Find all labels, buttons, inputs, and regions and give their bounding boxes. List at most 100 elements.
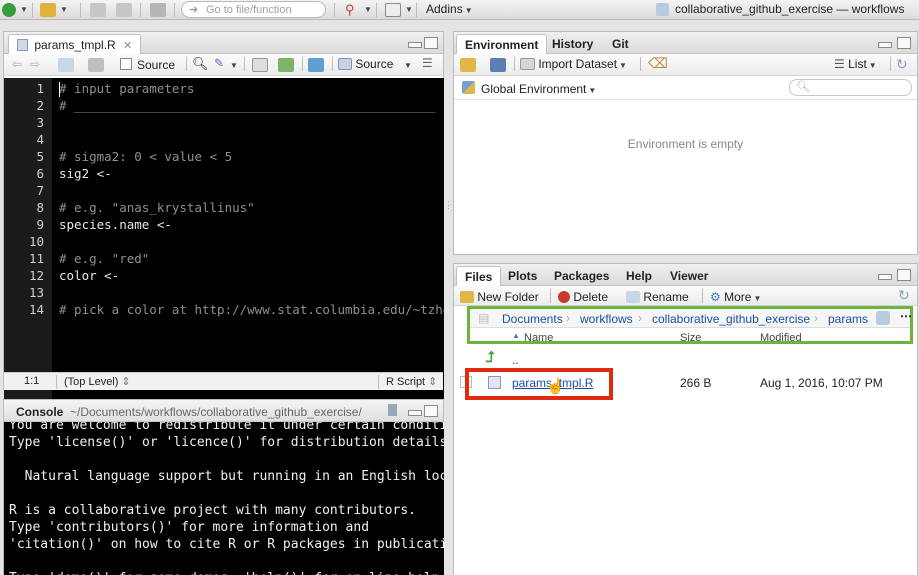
pane-layout-icon[interactable] (385, 3, 401, 17)
broom-icon[interactable]: ⌫ (648, 55, 668, 72)
refresh-icon[interactable]: ↻ (896, 56, 908, 73)
code-line[interactable]: # sigma2: 0 < value < 5 (59, 149, 232, 164)
parent-directory-row[interactable]: ⮥ .. (454, 348, 917, 370)
code-line[interactable]: # e.g. "anas_krystallinus" (59, 200, 255, 215)
source-dropdown-icon[interactable]: ▼ (404, 61, 412, 70)
import-dataset-button[interactable]: Import Dataset ▼ (520, 57, 627, 71)
new-file-icon[interactable] (2, 3, 16, 17)
new-folder-button[interactable]: New Folder (460, 290, 539, 304)
tab-files[interactable]: Files (456, 266, 502, 286)
tab-params-tmpl[interactable]: params_tmpl.R ✕ (8, 34, 142, 54)
code-line[interactable]: # e.g. "red" (59, 251, 149, 266)
pane-layout-dropdown-icon[interactable]: ▼ (405, 5, 413, 14)
go-to-dir-icon[interactable] (388, 404, 397, 416)
back-arrow-icon[interactable]: ⇦ (12, 57, 22, 71)
compile-report-icon[interactable] (252, 58, 268, 72)
save-file-icon[interactable] (88, 58, 104, 72)
git-icon[interactable]: ⚲ (345, 2, 355, 18)
code-tools-dropdown-icon[interactable]: ▼ (230, 61, 238, 70)
line-number: 12 (28, 268, 44, 283)
breadcrumb-documents[interactable]: Documents (502, 312, 563, 326)
minimize-pane-icon[interactable] (408, 42, 422, 48)
file-type-label: R Script (386, 376, 426, 388)
show-in-window-icon[interactable] (58, 58, 74, 72)
document-outline-icon[interactable]: ☰ (422, 56, 433, 70)
close-tab-icon[interactable]: ✕ (123, 40, 132, 52)
search-icon[interactable]: 🔍︎ (192, 56, 209, 72)
breadcrumb-workflows[interactable]: workflows (580, 312, 633, 326)
go-to-file-input[interactable]: ➜ Go to file/function (181, 1, 326, 18)
delete-button[interactable]: Delete (558, 290, 608, 304)
minimize-pane-icon[interactable] (878, 274, 892, 280)
files-toolbar: New Folder Delete Rename ⚙ More ▼ ↻ (454, 286, 917, 306)
rerun-icon[interactable] (308, 58, 324, 72)
tab-packages[interactable]: Packages (546, 266, 617, 286)
vertical-splitter[interactable]: ⋮ (444, 200, 453, 210)
parent-directory-link[interactable]: .. (512, 353, 519, 367)
code-line[interactable]: # ______________________________________… (59, 98, 435, 113)
more-options-icon[interactable]: ⋯ (900, 309, 912, 323)
maximize-pane-icon[interactable] (424, 37, 438, 49)
maximize-pane-icon[interactable] (897, 269, 911, 281)
minimize-pane-icon[interactable] (408, 410, 422, 416)
tab-viewer[interactable]: Viewer (662, 266, 716, 286)
tab-help[interactable]: Help (618, 266, 660, 286)
files-pane: Files Plots Packages Help Viewer New Fol… (453, 263, 918, 575)
open-file-dropdown-icon[interactable]: ▼ (60, 5, 68, 14)
tab-history[interactable]: History (544, 34, 601, 54)
tab-git[interactable]: Git (604, 34, 637, 54)
minimize-pane-icon[interactable] (878, 42, 892, 48)
environment-search-input[interactable]: 🔍︎ (789, 79, 912, 96)
load-workspace-icon[interactable] (460, 58, 476, 72)
rename-button[interactable]: Rename (626, 290, 689, 304)
maximize-pane-icon[interactable] (424, 405, 438, 417)
code-line[interactable]: sig2 <- (59, 166, 112, 181)
code-line[interactable]: # input parameters (59, 81, 194, 96)
save-all-icon[interactable] (116, 3, 132, 17)
scope-selector[interactable]: (Top Level) ⇕ (64, 375, 131, 388)
git-dropdown-icon[interactable]: ▼ (364, 5, 372, 14)
new-file-dropdown-icon[interactable]: ▼ (20, 5, 28, 14)
forward-arrow-icon[interactable]: ⇨ (30, 57, 40, 71)
run-line-icon[interactable] (278, 58, 294, 72)
code-line[interactable]: color <- (59, 268, 119, 283)
print-icon[interactable] (150, 3, 166, 17)
breadcrumb-params[interactable]: params (828, 312, 868, 326)
code-line[interactable]: species.name <- (59, 217, 172, 232)
code-tools-icon[interactable]: ✎ (214, 56, 224, 70)
environment-scope-dropdown[interactable]: Global Environment ▼ (481, 82, 596, 96)
column-size[interactable]: Size (680, 332, 701, 344)
tab-environment-label: Environment (465, 38, 539, 52)
source-button[interactable]: Source (338, 57, 393, 71)
column-modified[interactable]: Modified (760, 332, 802, 344)
tab-files-label: Files (465, 270, 493, 284)
list-view-dropdown[interactable]: ☰ List ▼ (834, 57, 877, 71)
r-project-icon (656, 3, 669, 16)
toolbar-separator (334, 3, 335, 17)
console-title[interactable]: Console (16, 405, 63, 419)
new-folder-label: New Folder (477, 290, 539, 304)
r-project-icon[interactable] (876, 311, 890, 325)
source-on-save-checkbox[interactable] (120, 58, 132, 70)
open-file-icon[interactable] (40, 3, 56, 17)
project-menu[interactable]: collaborative_github_exercise — workflow… (675, 2, 904, 16)
more-menu-button[interactable]: ⚙ More ▼ (710, 290, 761, 304)
save-icon[interactable] (90, 3, 106, 17)
tab-plots[interactable]: Plots (500, 266, 545, 286)
code-editor[interactable]: 1 2 3 4 5 6 7 8 9 10 11 12 13 14 # input parameters # … (4, 78, 444, 404)
addins-menu[interactable]: Addins ▼ (426, 2, 473, 16)
maximize-pane-icon[interactable] (897, 37, 911, 49)
home-icon[interactable]: ▤ (478, 311, 489, 325)
code-line[interactable]: # pick a color at http://www.stat.columb… (59, 302, 444, 317)
go-to-file-placeholder: Go to file/function (206, 4, 292, 16)
column-name[interactable]: Name (524, 332, 553, 344)
refresh-files-icon[interactable]: ↻ (898, 287, 910, 304)
line-number: 5 (36, 149, 44, 164)
save-workspace-icon[interactable] (490, 58, 506, 72)
files-tabbar: Files Plots Packages Help Viewer (454, 264, 917, 286)
environment-pane: Environment History Git Import Dataset ▼ … (453, 31, 918, 255)
console-output[interactable]: You are welcome to redistribute it under… (4, 422, 444, 575)
file-type-selector[interactable]: R Script ⇕ (386, 375, 437, 388)
tab-environment[interactable]: Environment (456, 34, 548, 54)
breadcrumb-project[interactable]: collaborative_github_exercise (652, 312, 810, 326)
